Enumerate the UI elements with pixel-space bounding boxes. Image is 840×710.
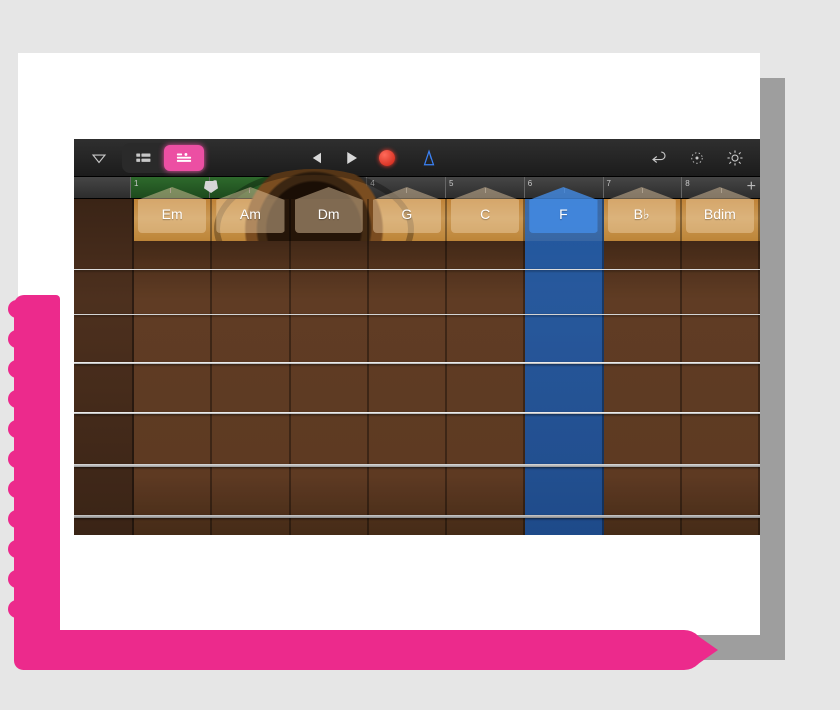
fretboard-margin xyxy=(74,199,134,535)
playhead[interactable] xyxy=(204,181,218,193)
guitar-string-6[interactable] xyxy=(74,515,760,518)
chord-strip-board: Em Am Dm G C F B♭ xyxy=(74,199,760,535)
chord-strip-em[interactable]: Em xyxy=(134,199,212,535)
play-button[interactable] xyxy=(334,144,368,172)
record-icon xyxy=(379,150,395,166)
my-songs-button[interactable] xyxy=(82,144,116,172)
guitar-string-4[interactable] xyxy=(74,412,760,414)
tracks-view-button[interactable] xyxy=(124,145,164,171)
bar-number: 5 xyxy=(449,179,453,188)
guitar-string-3[interactable] xyxy=(74,362,760,364)
bar-number: 7 xyxy=(607,179,611,188)
bar-number: 8 xyxy=(685,179,689,188)
settings-button[interactable] xyxy=(718,144,752,172)
record-button[interactable] xyxy=(370,144,404,172)
guitar-string-1[interactable] xyxy=(74,269,760,270)
guitar-string-2[interactable] xyxy=(74,314,760,315)
add-section-button[interactable]: + xyxy=(747,179,756,195)
toolbar xyxy=(74,139,760,177)
garageband-app: 1 2 3 4 5 6 7 8 + Em xyxy=(74,139,760,535)
playhead-icon xyxy=(204,181,218,193)
bar-number: 6 xyxy=(528,179,532,188)
chord-strip-bdim[interactable]: Bdim xyxy=(682,199,760,535)
chord-strip-am[interactable]: Am xyxy=(212,199,290,535)
chord-columns: Em Am Dm G C F B♭ xyxy=(74,199,760,535)
chord-strip-dm[interactable]: Dm xyxy=(291,199,369,535)
go-to-beginning-button[interactable] xyxy=(298,144,332,172)
bar-number: 1 xyxy=(134,179,138,188)
pink-accent-bottom xyxy=(14,630,704,670)
pink-accent-left xyxy=(14,295,60,655)
chord-strip-g[interactable]: G xyxy=(369,199,447,535)
guitar-string-5[interactable] xyxy=(74,464,760,467)
metronome-button[interactable] xyxy=(412,144,446,172)
chord-strip-f[interactable]: F xyxy=(525,199,603,535)
instrument-view-button[interactable] xyxy=(164,145,204,171)
chord-strip-c[interactable]: C xyxy=(447,199,525,535)
screenshot-card: 1 2 3 4 5 6 7 8 + Em xyxy=(18,53,760,635)
transport-controls xyxy=(298,144,446,172)
loop-browser-button[interactable] xyxy=(680,144,714,172)
chord-strip-bflat[interactable]: B♭ xyxy=(604,199,682,535)
undo-button[interactable] xyxy=(642,144,676,172)
view-switcher xyxy=(122,143,206,173)
